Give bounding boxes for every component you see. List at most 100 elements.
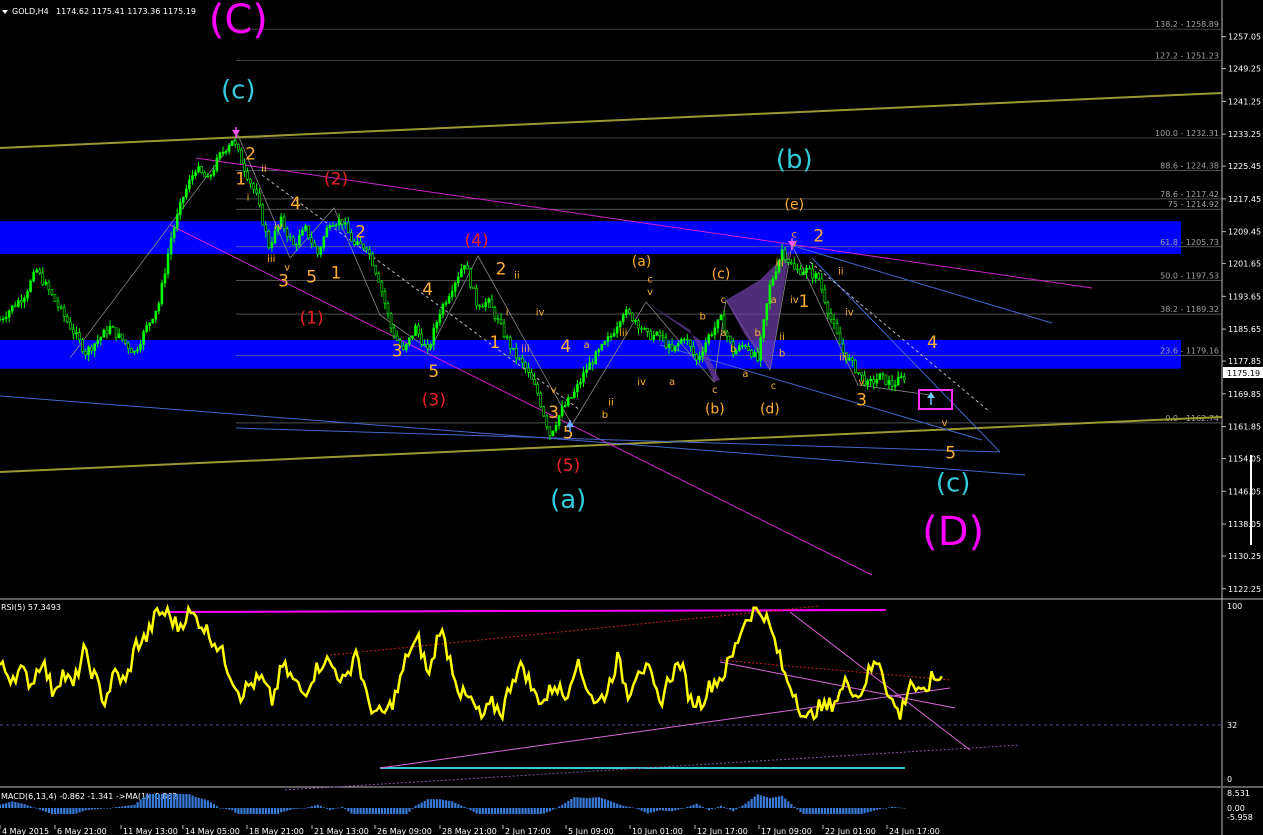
macd-bar-85 [258,808,261,814]
time-tick-12: 17 Jun 09:00 [761,827,812,835]
candle-body-88 [267,231,271,249]
macd-bar-92 [280,808,283,813]
macd-bar-33 [99,808,103,809]
candle-body-65 [197,166,200,173]
candle-body-145 [441,304,445,315]
candle-body-90 [273,230,277,243]
candle-body-206 [628,309,631,314]
macd-bar-83 [252,808,255,814]
price-tick-16: 1130.25 [1228,552,1261,561]
macd-bar-187 [570,798,573,808]
candle-body-230 [701,351,704,357]
macd-bar-244 [744,803,747,808]
candle-body-41 [123,339,127,344]
current-price-value: 1175.19 [1227,369,1260,378]
candle-body-57 [172,227,176,239]
macd-bar-67 [203,799,206,808]
price-tick-1: 1249.25 [1228,65,1261,74]
candle-body-216 [658,331,662,337]
macd-bar-178 [542,808,545,814]
macd-bar-40 [121,806,124,808]
candle-body-12 [35,269,38,273]
candle-body-99 [301,229,304,236]
macd-bar-203 [619,804,622,808]
candle-body-53 [160,282,164,304]
subwave-label-33: ii [838,266,844,277]
candle-body-278 [847,357,851,361]
rsi-tick-0: 0 [1227,775,1232,784]
wave-label-12: 2 [496,259,507,279]
candle-body-180 [548,426,552,436]
candle-body-126 [383,291,387,304]
subwave-label-14: iv [637,377,646,388]
macd-bar-275 [839,808,842,814]
candle-body-261 [796,268,799,271]
candle-body-248 [756,351,759,361]
fib-label-2: 100.0 - 1232.31 [1155,129,1219,138]
macd-bar-79 [240,808,243,814]
macd-bar-264 [805,808,808,814]
candle-body-21 [62,306,66,317]
candle-body-97 [295,244,298,247]
wave-label-11: (4) [465,231,489,251]
candle-body-59 [178,202,182,215]
candle-body-169 [514,347,518,359]
price-tick-17: 1122.25 [1228,585,1261,594]
macd-bar-289 [881,808,885,809]
candle-body-64 [194,171,197,176]
candle-body-36 [108,325,112,335]
macd-bar-104 [316,804,319,808]
macd-bar-2 [5,803,8,808]
macd-bar-42 [127,805,130,808]
macd-bar-73 [222,808,225,809]
candle-body-22 [65,316,69,323]
wave-label-33: 5 [945,444,956,464]
candle-body-148 [450,290,454,297]
macd-bar-293 [894,807,897,808]
time-axis[interactable]: 4 May 2015 6 May 21:00 11 May 13:00 14 May … [0,825,940,835]
macd-bar-271 [826,808,830,814]
candle-body-82 [249,179,252,184]
macd-bar-88 [267,808,271,814]
candle-body-251 [765,303,769,321]
candle-body-138 [420,333,423,345]
macd-bar-268 [817,808,820,814]
macd-bar-181 [551,808,555,810]
subwave-label-30: iv [790,295,799,306]
candle-body-70 [212,170,216,176]
wave-label-21: (5) [556,456,580,476]
macd-bar-103 [313,805,316,808]
wave-label-23: (a) [632,254,652,270]
rsi-tick-32: 32 [1227,721,1237,730]
subwave-label-21: a [720,328,726,339]
candle-body-290 [884,374,888,385]
candle-body-73 [221,151,225,154]
macd-bar-48 [145,794,148,808]
candle-body-259 [789,262,793,265]
macd-bar-15 [44,808,48,812]
time-tick-5: 21 May 13:00 [314,827,369,835]
macd-bar-50 [151,794,154,808]
macd-bar-283 [863,808,866,814]
macd-bar-89 [270,808,274,814]
candle-body-127 [386,303,390,315]
candle-body-96 [291,237,295,246]
candle-body-153 [466,265,469,270]
macd-bar-109 [331,808,335,810]
candle-body-190 [579,381,582,385]
macd-bar-143 [435,799,439,808]
macd-bar-263 [802,808,805,814]
macd-bar-224 [683,808,686,809]
candle-body-218 [664,337,668,348]
candle-body-94 [285,228,289,238]
fib-label-0: 138.2 - 1258.89 [1155,20,1219,29]
macd-bar-162 [493,808,497,814]
macd-bar-25 [75,808,78,814]
fib-label-7: 50.0 - 1197.53 [1160,271,1219,280]
candle-body-87 [264,224,268,232]
macd-bar-246 [750,798,753,808]
wave-label-34: (c) [936,469,971,499]
macd-bar-38 [115,807,118,808]
candle-body-72 [218,152,222,159]
price-tick-12: 1161.85 [1228,423,1261,432]
